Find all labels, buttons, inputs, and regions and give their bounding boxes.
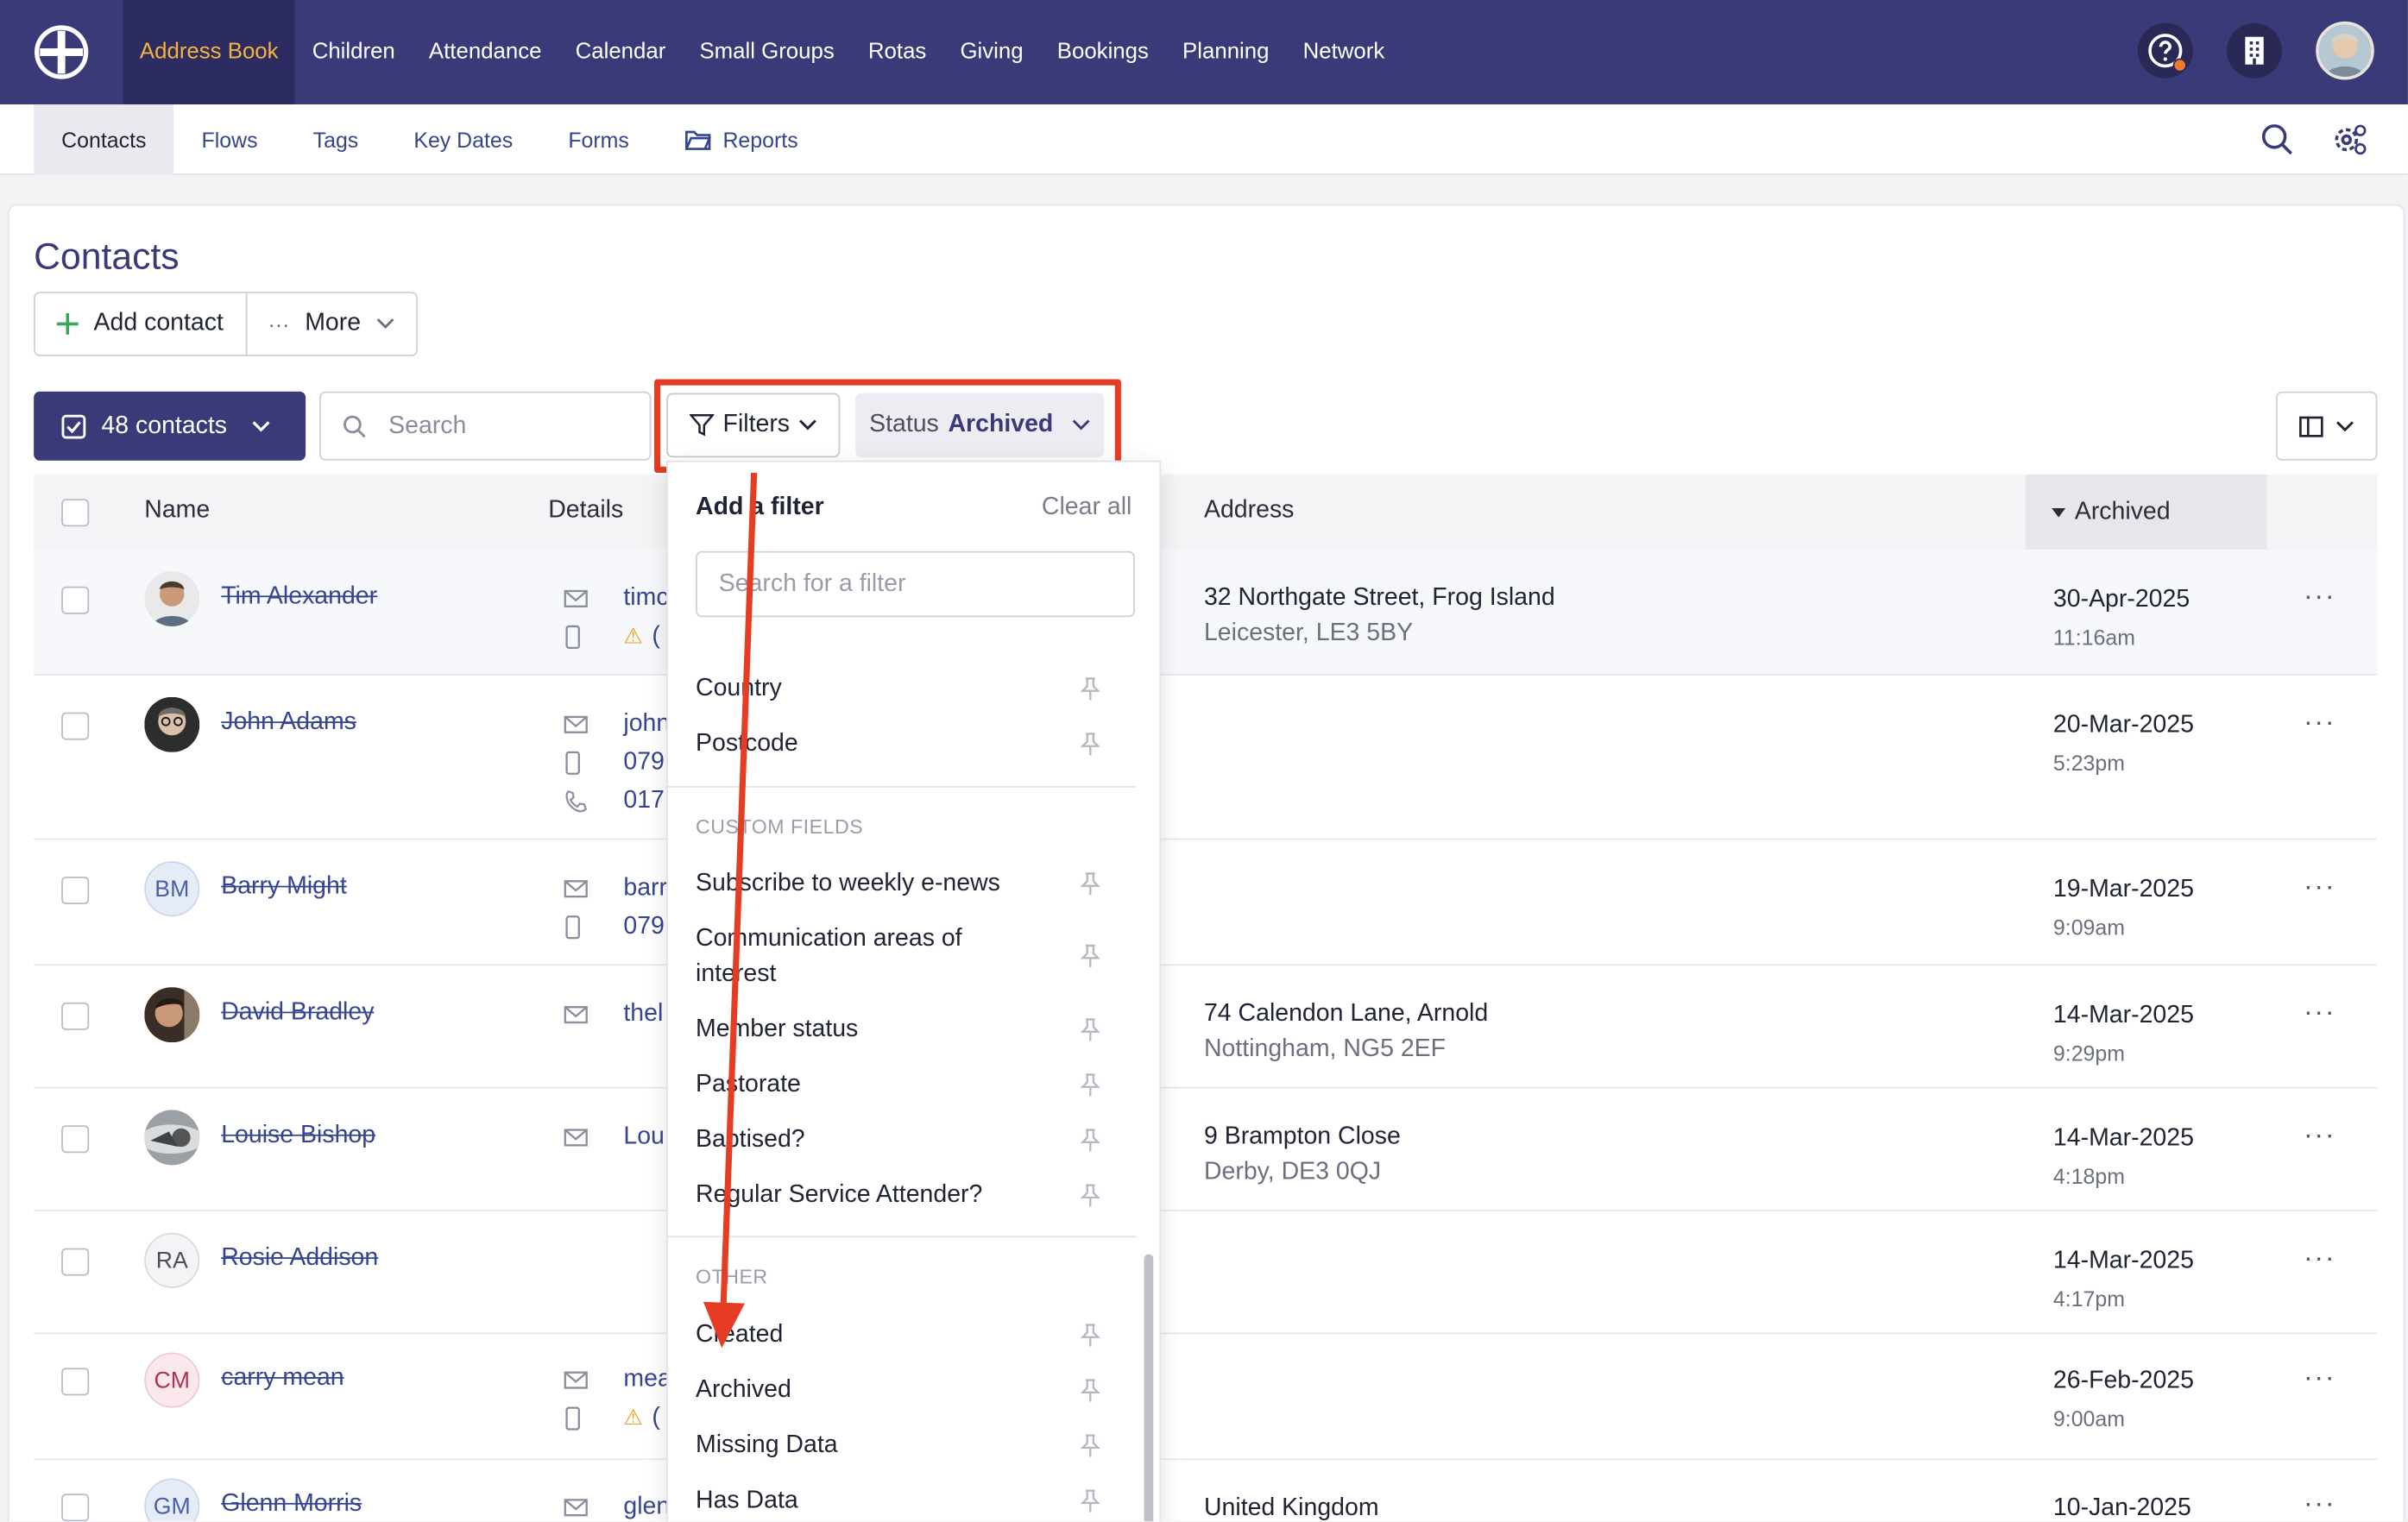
app-frame: Address Book Children Attendance Calenda… [0,0,2408,1522]
annotation-arrow [703,472,758,1349]
